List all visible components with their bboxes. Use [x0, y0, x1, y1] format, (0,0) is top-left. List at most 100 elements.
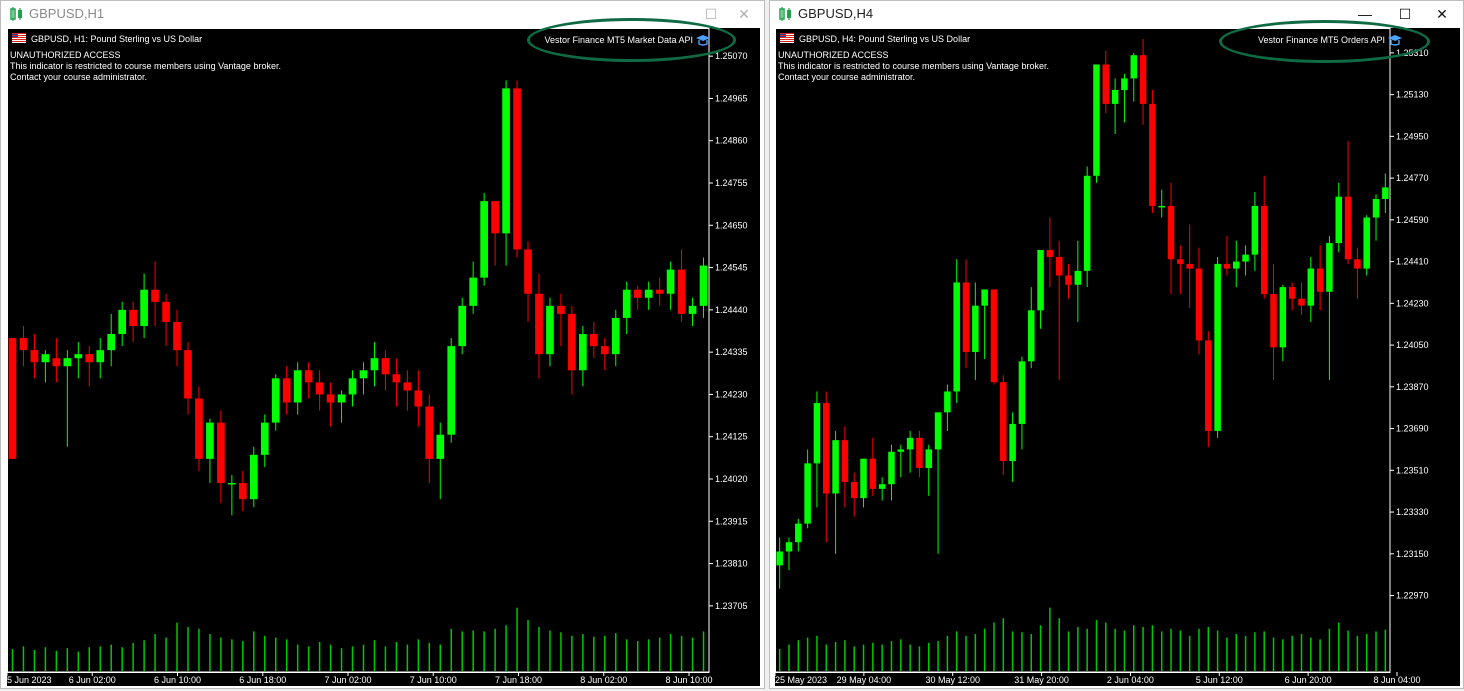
- candlestick-chart-h4[interactable]: GBPUSD, H4: Pound Sterling vs US Dollar V…: [775, 28, 1460, 686]
- candle-body: [990, 289, 998, 383]
- candle-body: [1009, 423, 1016, 462]
- candle-body: [1158, 205, 1165, 208]
- candle: [337, 390, 346, 423]
- candle: [85, 346, 94, 387]
- candle: [502, 80, 510, 266]
- candle: [1251, 192, 1259, 271]
- candlestick-chart-h1[interactable]: GBPUSD, H1: Pound Sterling vs US Dollar V…: [7, 28, 760, 686]
- candle-body: [888, 451, 895, 485]
- candle: [1195, 247, 1203, 355]
- x-tick-label: 5 Jun 2023: [7, 675, 52, 685]
- flag-stripe: [780, 37, 794, 38]
- candle: [173, 309, 181, 367]
- candle-body: [1223, 263, 1231, 269]
- candle-body: [795, 523, 802, 543]
- x-tick-label: 31 May 20:00: [1014, 675, 1069, 685]
- candle: [804, 449, 811, 529]
- candle-body: [1251, 205, 1259, 255]
- candle-body: [699, 265, 708, 306]
- maximize-button[interactable]: ☐: [696, 3, 726, 25]
- y-tick-label: 1.22970: [1396, 591, 1429, 601]
- x-tick-label: 30 May 12:00: [925, 675, 980, 685]
- candle: [535, 273, 543, 379]
- candle: [972, 282, 979, 380]
- candle: [666, 261, 675, 310]
- candle-body: [557, 305, 565, 314]
- candle-body: [436, 434, 445, 459]
- candle: [436, 422, 445, 500]
- price-chart[interactable]: GBPUSD, H1: Pound Sterling vs US Dollar V…: [7, 28, 760, 686]
- candle: [206, 418, 214, 484]
- candle: [600, 338, 609, 371]
- candle-body: [1065, 275, 1072, 285]
- candle-body: [878, 484, 886, 489]
- candle: [655, 277, 664, 306]
- candle: [1354, 247, 1361, 299]
- candle: [1018, 356, 1026, 450]
- candle-body: [260, 422, 269, 455]
- candle: [622, 281, 631, 335]
- candle: [293, 362, 302, 415]
- candle: [888, 444, 895, 501]
- maximize-button[interactable]: ☐: [1390, 3, 1420, 25]
- y-tick-label: 1.24860: [715, 136, 748, 146]
- price-chart[interactable]: GBPUSD, H4: Pound Sterling vs US Dollar V…: [775, 28, 1460, 686]
- candle: [524, 241, 532, 322]
- candle-body: [925, 449, 933, 468]
- x-tick-label: 6 Jun 02:00: [69, 675, 116, 685]
- y-tick-label: 1.24230: [715, 389, 748, 399]
- close-button[interactable]: ✕: [1427, 3, 1457, 25]
- candle-body: [546, 305, 554, 355]
- y-tick-label: 1.24020: [715, 474, 748, 484]
- x-tick-label: 7 Jun 02:00: [324, 675, 371, 685]
- candle: [1186, 224, 1193, 308]
- candle-body: [953, 282, 960, 392]
- candle: [1102, 50, 1110, 114]
- y-tick-label: 1.25070: [715, 51, 748, 61]
- candle: [469, 261, 478, 314]
- candle: [1260, 175, 1268, 299]
- y-tick-label: 1.23705: [715, 601, 748, 611]
- candle: [513, 80, 521, 258]
- y-tick-label: 1.23690: [1396, 424, 1429, 434]
- close-button[interactable]: ✕: [729, 3, 759, 25]
- candle: [63, 350, 72, 447]
- flag-stripe: [12, 37, 26, 38]
- window-title: GBPUSD,H4: [798, 6, 874, 21]
- chart-window-gbpusd-h4[interactable]: GBPUSD,H4 — ☐ ✕ GBPUSD, H4: Pound Sterli…: [769, 0, 1464, 689]
- candle: [934, 412, 942, 554]
- candle-body: [271, 378, 280, 423]
- chart-window-gbpusd-h1[interactable]: GBPUSD,H1 ☐ ✕ GBPUSD, H1: Pound Sterling…: [0, 0, 765, 689]
- candle: [1037, 249, 1044, 329]
- candle-body: [228, 483, 236, 485]
- y-tick-label: 1.24755: [715, 178, 748, 188]
- candle: [1242, 245, 1249, 276]
- candle-body: [1298, 298, 1305, 306]
- y-axis: 1.253101.251301.249501.247701.245901.244…: [1390, 48, 1429, 601]
- candle: [1000, 375, 1007, 475]
- candle-body: [162, 301, 170, 322]
- candle: [403, 370, 412, 411]
- candle: [878, 477, 886, 501]
- x-axis: 5 Jun 2023 6 Jun 02:00 6 Jun 10:00 6 Jun 18…: [7, 671, 713, 685]
- candle: [981, 289, 988, 359]
- candle: [1111, 78, 1119, 135]
- candle: [129, 301, 137, 343]
- candle: [414, 370, 423, 427]
- candle-body: [1093, 64, 1100, 176]
- candle: [925, 444, 933, 496]
- candle: [644, 281, 653, 310]
- candle: [906, 430, 914, 473]
- x-tick-label: 7 Jun 18:00: [495, 675, 542, 685]
- candle-body: [1167, 205, 1175, 260]
- candle-body: [293, 370, 302, 403]
- candle-body: [249, 454, 258, 500]
- x-tick-label: 7 Jun 10:00: [410, 675, 457, 685]
- candle-body: [414, 390, 423, 407]
- candle-body: [1335, 196, 1343, 244]
- candle: [1009, 412, 1016, 482]
- candle: [832, 430, 839, 554]
- flag-stripe: [12, 33, 26, 34]
- candle-body: [1130, 55, 1138, 79]
- candle-body: [173, 321, 181, 351]
